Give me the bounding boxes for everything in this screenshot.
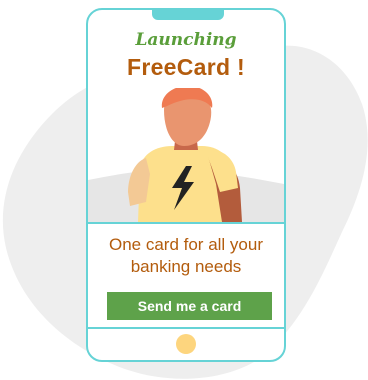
launching-label: Launching	[135, 30, 237, 50]
home-button[interactable]	[176, 334, 196, 354]
content-divider-top	[88, 222, 284, 224]
content-divider-bottom	[88, 327, 284, 329]
tagline-line-2: banking needs	[130, 257, 242, 276]
phone-frame: Launching FreeCard ! One card for all yo…	[86, 8, 286, 362]
promo-tagline: One card for all your banking needs	[94, 234, 278, 278]
send-card-button[interactable]: Send me a card	[107, 292, 272, 320]
promo-title: FreeCard !	[126, 54, 246, 80]
tagline-line-1: One card for all your	[108, 235, 263, 254]
person-illustration	[88, 88, 284, 222]
phone-notch	[152, 10, 224, 20]
promo-stage: Launching FreeCard ! One card for all yo…	[0, 0, 368, 380]
